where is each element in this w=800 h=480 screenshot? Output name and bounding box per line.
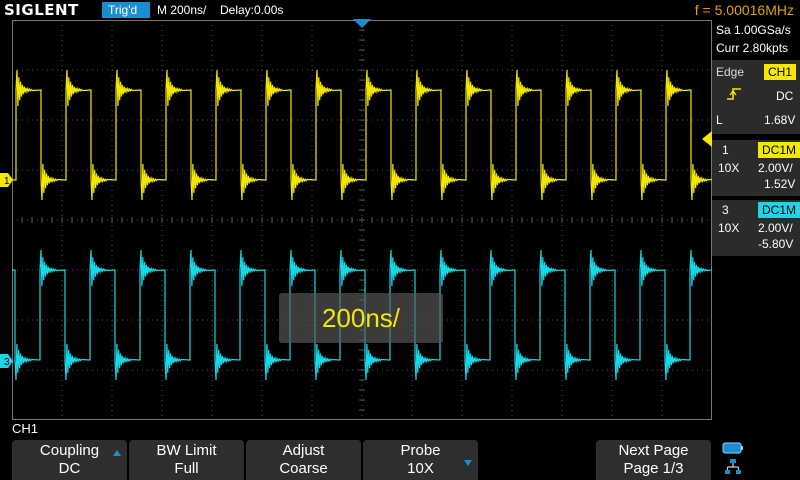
delay-readout: Delay:0.00s [220, 3, 284, 17]
timebase-readout: M 200ns/ [157, 3, 207, 17]
timebase-popup: 200ns/ [279, 293, 443, 343]
trigger-level-marker[interactable] [702, 131, 712, 147]
trigger-type: Edge [716, 65, 745, 79]
bw-limit-value: Full [174, 460, 199, 477]
rising-edge-icon [727, 88, 741, 100]
adjust-value: Coarse [279, 460, 328, 477]
ch1-probe: 10X [718, 161, 740, 175]
trigger-source-badge: CH1 [764, 64, 797, 80]
trigger-level: 1.68V [764, 113, 796, 127]
trigger-position-marker[interactable] [353, 19, 371, 29]
ch3-number: 3 [722, 203, 729, 217]
menu-title: CH1 [12, 421, 39, 436]
ch3-coupling-badge: DC1M [758, 202, 800, 218]
memory-depth: Curr 2.80kpts [716, 41, 789, 55]
waveform-display [12, 20, 712, 420]
bw-limit-label: BW Limit [156, 442, 217, 459]
trigger-info-box[interactable]: Edge CH1 DC L 1.68V [712, 60, 800, 134]
frequency-counter: f = 5.00016MHz [694, 2, 794, 18]
adjust-softkey[interactable]: Adjust Coarse [246, 440, 362, 480]
sample-rate: Sa 1.00GSa/s [716, 23, 791, 37]
side-info-panel: Sa 1.00GSa/s Curr 2.80kpts Edge CH1 DC L… [712, 20, 800, 440]
next-page-softkey[interactable]: Next Page Page 1/3 [596, 440, 712, 480]
ch3-volts-per-div: 2.00V/ [758, 221, 793, 235]
trigger-coupling: DC [776, 89, 794, 103]
cycle-up-icon [113, 450, 121, 456]
trigger-level-label: L [716, 113, 723, 127]
ch3-marker-label: 3 [4, 357, 10, 368]
bw-limit-softkey[interactable]: BW Limit Full [129, 440, 245, 480]
adjust-label: Adjust [282, 442, 325, 459]
coupling-value: DC [58, 460, 81, 477]
brand-logo: SIGLENT [4, 1, 79, 19]
trigger-status-badge: Trig'd [102, 2, 150, 18]
coupling-label: Coupling [39, 442, 100, 459]
ch3-info-box[interactable]: 3 DC1M 10X 2.00V/ -5.80V [712, 200, 800, 256]
top-status-bar: SIGLENT Trig'd M 200ns/ Delay:0.00s f = … [0, 0, 800, 20]
ch1-ground-marker[interactable]: 1 [0, 173, 14, 187]
ch1-marker-label: 1 [4, 176, 10, 187]
ch1-info-box[interactable]: 1 DC1M 10X 2.00V/ 1.52V [712, 140, 800, 196]
next-page-label: Next Page [618, 442, 689, 459]
page-indicator: Page 1/3 [623, 460, 684, 477]
probe-label: Probe [400, 442, 441, 459]
ch1-volts-per-div: 2.00V/ [758, 161, 793, 175]
probe-value: 10X [407, 460, 434, 477]
ch1-coupling-badge: DC1M [758, 142, 800, 158]
network-icon [725, 459, 741, 474]
usb-icon [722, 442, 743, 454]
ch1-number: 1 [722, 143, 729, 157]
ch3-offset: -5.80V [758, 237, 794, 251]
ch1-offset: 1.52V [764, 177, 796, 191]
ch3-ground-marker[interactable]: 3 [0, 354, 14, 368]
dropdown-icon [464, 460, 472, 466]
coupling-softkey[interactable]: Coupling DC [12, 440, 128, 480]
ch3-probe: 10X [718, 221, 740, 235]
probe-softkey[interactable]: Probe 10X [363, 440, 479, 480]
